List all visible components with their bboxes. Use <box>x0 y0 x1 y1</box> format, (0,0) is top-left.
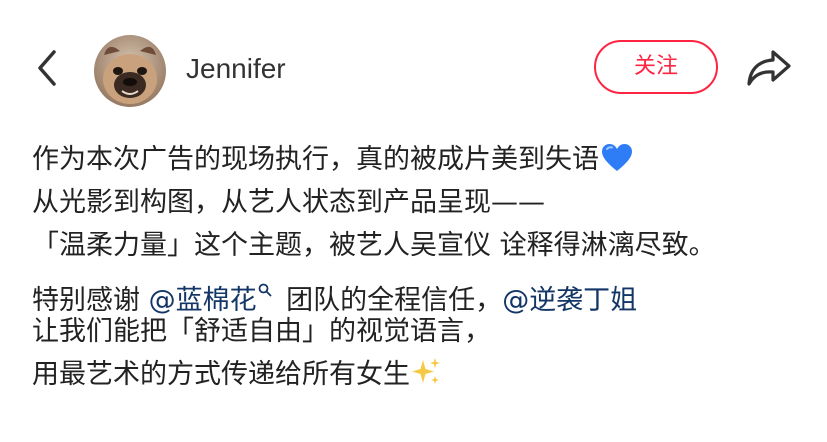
share-arrow-icon <box>747 50 791 86</box>
post-line-3: 「温柔力量」这个主题，被艺人吴宣仪 诠释得淋漓尽致。 <box>32 230 716 261</box>
blue-heart-icon <box>601 143 633 186</box>
avatar[interactable] <box>94 35 166 107</box>
share-button[interactable] <box>744 46 796 90</box>
post-line-6: 用最艺术的方式传递给所有女生 <box>32 353 822 396</box>
back-button[interactable] <box>28 44 68 92</box>
post-body: 作为本次广告的现场执行，真的被成片美到失语 从光影到构图，从艺人状态到产品呈现—… <box>32 138 822 396</box>
sparkles-icon <box>410 356 442 401</box>
post-line-1: 作为本次广告的现场执行，真的被成片美到失语 <box>32 138 822 181</box>
search-icon[interactable] <box>258 267 272 310</box>
post-line-5: 让我们能把「舒适自由」的视觉语言， <box>32 316 491 347</box>
follow-button[interactable]: 关注 <box>594 40 718 94</box>
username[interactable]: Jennifer <box>186 50 286 88</box>
post-line-4: 特别感谢 @蓝棉花 团队的全程信任，@逆袭丁姐 <box>32 267 822 316</box>
post-line-2: 从光影到构图，从艺人状态到产品呈现—— <box>32 187 545 218</box>
mention-link-2[interactable]: @逆袭丁姐 <box>502 285 637 316</box>
post-text: 用最艺术的方式传递给所有女生 <box>32 359 410 390</box>
post-text: 作为本次广告的现场执行，真的被成片美到失语 <box>32 144 599 175</box>
post-header: Jennifer 关注 <box>0 0 827 135</box>
chevron-left-icon <box>38 50 56 86</box>
